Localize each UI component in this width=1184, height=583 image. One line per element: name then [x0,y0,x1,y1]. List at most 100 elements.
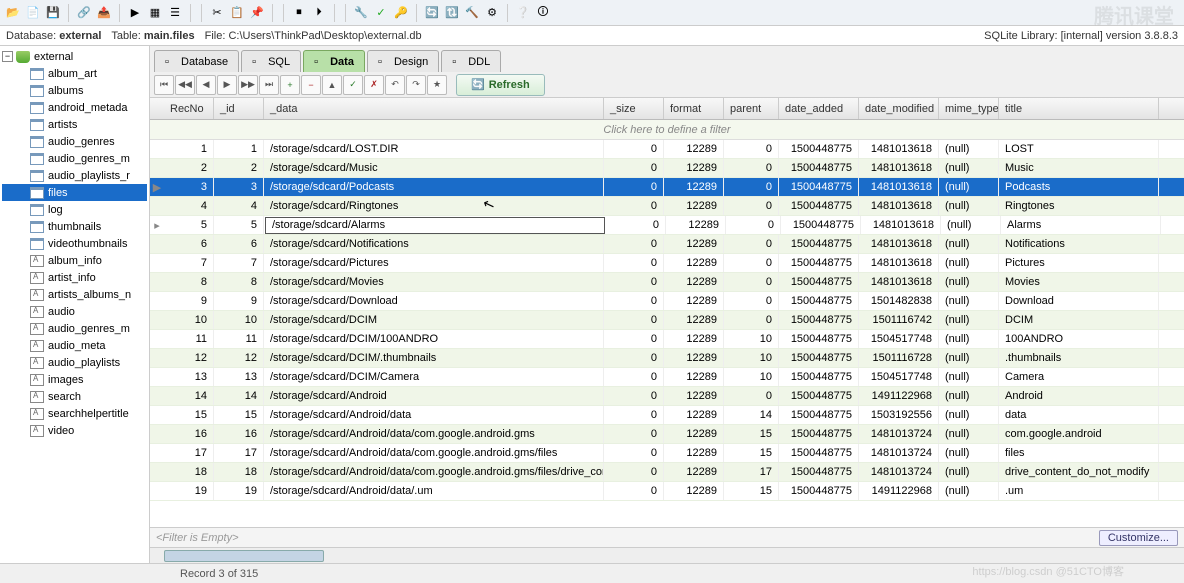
cell-id[interactable]: 11 [214,330,264,348]
cell-format[interactable]: 12289 [664,197,724,215]
cell-dateadded[interactable]: 1500448775 [779,330,859,348]
cell-size[interactable]: 0 [604,368,664,386]
cell-parent[interactable]: 10 [724,368,779,386]
table-row[interactable]: 1414/storage/sdcard/Android0122890150044… [150,387,1184,406]
cell-dateadded[interactable]: 1500448775 [779,463,859,481]
tree-item[interactable]: images [2,371,147,388]
cell-datemodified[interactable]: 1481013618 [859,159,939,177]
table-row[interactable]: 99/storage/sdcard/Download01228901500448… [150,292,1184,311]
col-datemodified[interactable]: date_modified [859,98,939,119]
cell-dateadded[interactable]: 1500448775 [779,178,859,196]
cell-format[interactable]: 12289 [664,273,724,291]
cell-parent[interactable]: 0 [724,140,779,158]
tree-item[interactable]: album_info [2,252,147,269]
cell-id[interactable]: 6 [214,235,264,253]
cell-size[interactable]: 0 [604,159,664,177]
cell-mime[interactable]: (null) [939,368,999,386]
cell-format[interactable]: 12289 [666,216,726,234]
cell-dateadded[interactable]: 1500448775 [779,197,859,215]
table-row[interactable]: 66/storage/sdcard/Notifications012289015… [150,235,1184,254]
cell-size[interactable]: 0 [604,197,664,215]
cell-format[interactable]: 12289 [664,178,724,196]
cell-recno[interactable]: 9 [164,292,214,310]
cell-title[interactable]: com.google.android [999,425,1159,443]
open-icon[interactable]: 📂 [4,4,22,22]
tab-database[interactable]: ▫Database [154,50,239,72]
col-recno[interactable]: RecNo [164,98,214,119]
cell-dateadded[interactable]: 1500448775 [781,216,861,234]
cell-mime[interactable]: (null) [939,349,999,367]
cell-format[interactable]: 12289 [664,387,724,405]
table-row[interactable]: 1919/storage/sdcard/Android/data/.um0122… [150,482,1184,501]
cell-data[interactable]: /storage/sdcard/Android/data [264,406,604,424]
cell-data[interactable]: /storage/sdcard/DCIM/Camera [264,368,604,386]
cell-recno[interactable]: 10 [164,311,214,329]
tab-data[interactable]: ▫Data [303,50,365,72]
tree-item[interactable]: thumbnails [2,218,147,235]
cell-recno[interactable]: 8 [164,273,214,291]
tree-item[interactable]: album_art [2,65,147,82]
cell-datemodified[interactable]: 1481013618 [859,273,939,291]
cell-id[interactable]: 1 [214,140,264,158]
cell-size[interactable]: 0 [604,178,664,196]
col-data[interactable]: _data [264,98,604,119]
cell-parent[interactable]: 10 [724,349,779,367]
cell-data[interactable]: /storage/sdcard/Ringtones [264,197,604,215]
table-row[interactable]: 1515/storage/sdcard/Android/data01228914… [150,406,1184,425]
prev-page-icon[interactable]: ◀◀ [175,75,195,95]
cell-parent[interactable]: 0 [724,387,779,405]
cell-dateadded[interactable]: 1500448775 [779,368,859,386]
cell-id[interactable]: 18 [214,463,264,481]
run-icon[interactable]: ▶ [126,4,144,22]
bookmark-icon[interactable]: ★ [427,75,447,95]
cell-format[interactable]: 12289 [664,330,724,348]
cell-parent[interactable]: 0 [726,216,781,234]
redo-icon[interactable]: ↷ [406,75,426,95]
info-icon[interactable]: 🛈 [534,4,552,22]
cell-format[interactable]: 12289 [664,349,724,367]
cell-datemodified[interactable]: 1481013618 [859,178,939,196]
next-page-icon[interactable]: ▶▶ [238,75,258,95]
cell-mime[interactable]: (null) [939,463,999,481]
next-record-icon[interactable]: ▶ [217,75,237,95]
export-icon[interactable]: 📤 [95,4,113,22]
cell-data[interactable]: /storage/sdcard/DCIM/100ANDRO [264,330,604,348]
cell-format[interactable]: 12289 [664,292,724,310]
cell-format[interactable]: 12289 [664,406,724,424]
cell-size[interactable]: 0 [604,482,664,500]
cell-id[interactable]: 13 [214,368,264,386]
tree-item[interactable]: audio_playlists [2,354,147,371]
cell-title[interactable]: Ringtones [999,197,1159,215]
cell-title[interactable]: Alarms [1001,216,1161,234]
cell-parent[interactable]: 15 [724,482,779,500]
paste-icon[interactable]: 📌 [248,4,266,22]
cell-parent[interactable]: 0 [724,292,779,310]
cell-dateadded[interactable]: 1500448775 [779,254,859,272]
cell-dateadded[interactable]: 1500448775 [779,406,859,424]
cell-data[interactable]: /storage/sdcard/Android/data/com.google.… [264,444,604,462]
cell-data[interactable]: /storage/sdcard/DCIM/.thumbnails [264,349,604,367]
table-row[interactable]: 22/storage/sdcard/Music01228901500448775… [150,159,1184,178]
cell-title[interactable]: Android [999,387,1159,405]
cell-recno[interactable]: 13 [164,368,214,386]
tree-item[interactable]: log [2,201,147,218]
cell-title[interactable]: Podcasts [999,178,1159,196]
cell-format[interactable]: 12289 [664,159,724,177]
cell-id[interactable]: 4 [214,197,264,215]
tree-item[interactable]: albums [2,82,147,99]
settings-icon[interactable]: ⚙ [483,4,501,22]
tree-root-node[interactable]: −external [2,48,147,65]
tree-item[interactable]: audio_genres_m [2,320,147,337]
cell-datemodified[interactable]: 1503192556 [859,406,939,424]
tree-item[interactable]: android_metada [2,99,147,116]
cell-datemodified[interactable]: 1481013724 [859,444,939,462]
cell-datemodified[interactable]: 1491122968 [859,387,939,405]
table-row[interactable]: 1616/storage/sdcard/Android/data/com.goo… [150,425,1184,444]
tree-item[interactable]: videothumbnails [2,235,147,252]
cell-parent[interactable]: 17 [724,463,779,481]
cell-datemodified[interactable]: 1504517748 [859,330,939,348]
cell-title[interactable]: files [999,444,1159,462]
customize-button[interactable]: Customize... [1099,530,1178,546]
cell-title[interactable]: 100ANDRO [999,330,1159,348]
tree-item[interactable]: audio_playlists_r [2,167,147,184]
